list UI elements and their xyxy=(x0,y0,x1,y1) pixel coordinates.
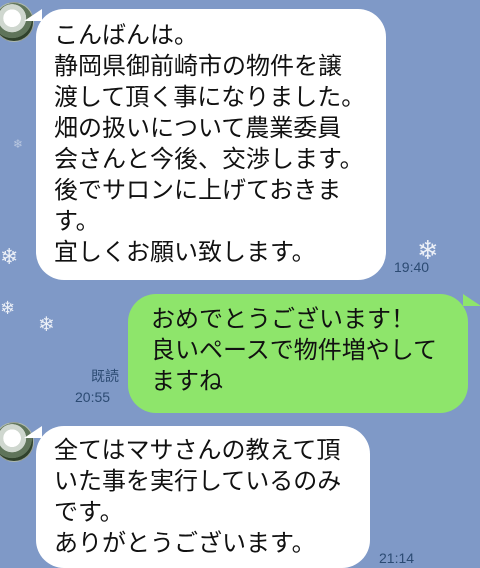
message-timestamp: 20:55 xyxy=(75,389,111,405)
message-line: おめでとうございます！ xyxy=(151,305,415,333)
incoming-bubble-tail xyxy=(24,9,42,21)
message-line: です。 xyxy=(54,498,124,526)
message-line: ありがとうございます。 xyxy=(54,529,316,557)
message-line: こんばんは。 xyxy=(54,21,198,49)
message-line: 畑の扱いについて農業委員 xyxy=(54,114,342,142)
outgoing-bubble-tail xyxy=(463,294,480,306)
message-timestamp: 21:14 xyxy=(379,550,415,566)
message-line: 全てはマサさんの教えて頂 xyxy=(54,436,341,464)
message-line: 後でサロンに上げておきま xyxy=(54,176,342,204)
message-line: す。 xyxy=(54,207,100,235)
incoming-message-bubble[interactable]: 全てはマサさんの教えて頂 いた事を実行しているのみ です。 ありがとうございます… xyxy=(36,426,370,568)
message-line: 宜しくお願い致します。 xyxy=(54,238,316,266)
message-line: ますね xyxy=(151,367,223,395)
message-line: 渡して頂く事になりました。 xyxy=(54,83,366,111)
outgoing-message-bubble[interactable]: おめでとうございます！ 良いペースで物件増やして ますね xyxy=(128,294,468,413)
message-line: 会さんと今後、交渉します。 xyxy=(54,145,364,173)
incoming-message-bubble[interactable]: こんばんは。 静岡県御前崎市の物件を譲 渡して頂く事になりました。 畑の扱いにつ… xyxy=(36,9,386,280)
snowflake-icon: ❄ xyxy=(0,245,19,270)
snowflake-icon: ❄ xyxy=(0,298,16,319)
message-line: 良いペースで物件増やして xyxy=(151,336,438,364)
message-timestamp: 19:40 xyxy=(394,259,430,275)
message-line: 静岡県御前崎市の物件を譲 xyxy=(54,52,342,80)
avatar[interactable] xyxy=(0,2,34,42)
message-line: いた事を実行しているのみ xyxy=(54,467,342,495)
incoming-bubble-tail xyxy=(24,426,42,438)
snowflake-icon: ❄ xyxy=(38,312,55,336)
snowflake-icon: ❄ xyxy=(13,137,24,151)
read-receipt: 既読 xyxy=(91,368,119,384)
